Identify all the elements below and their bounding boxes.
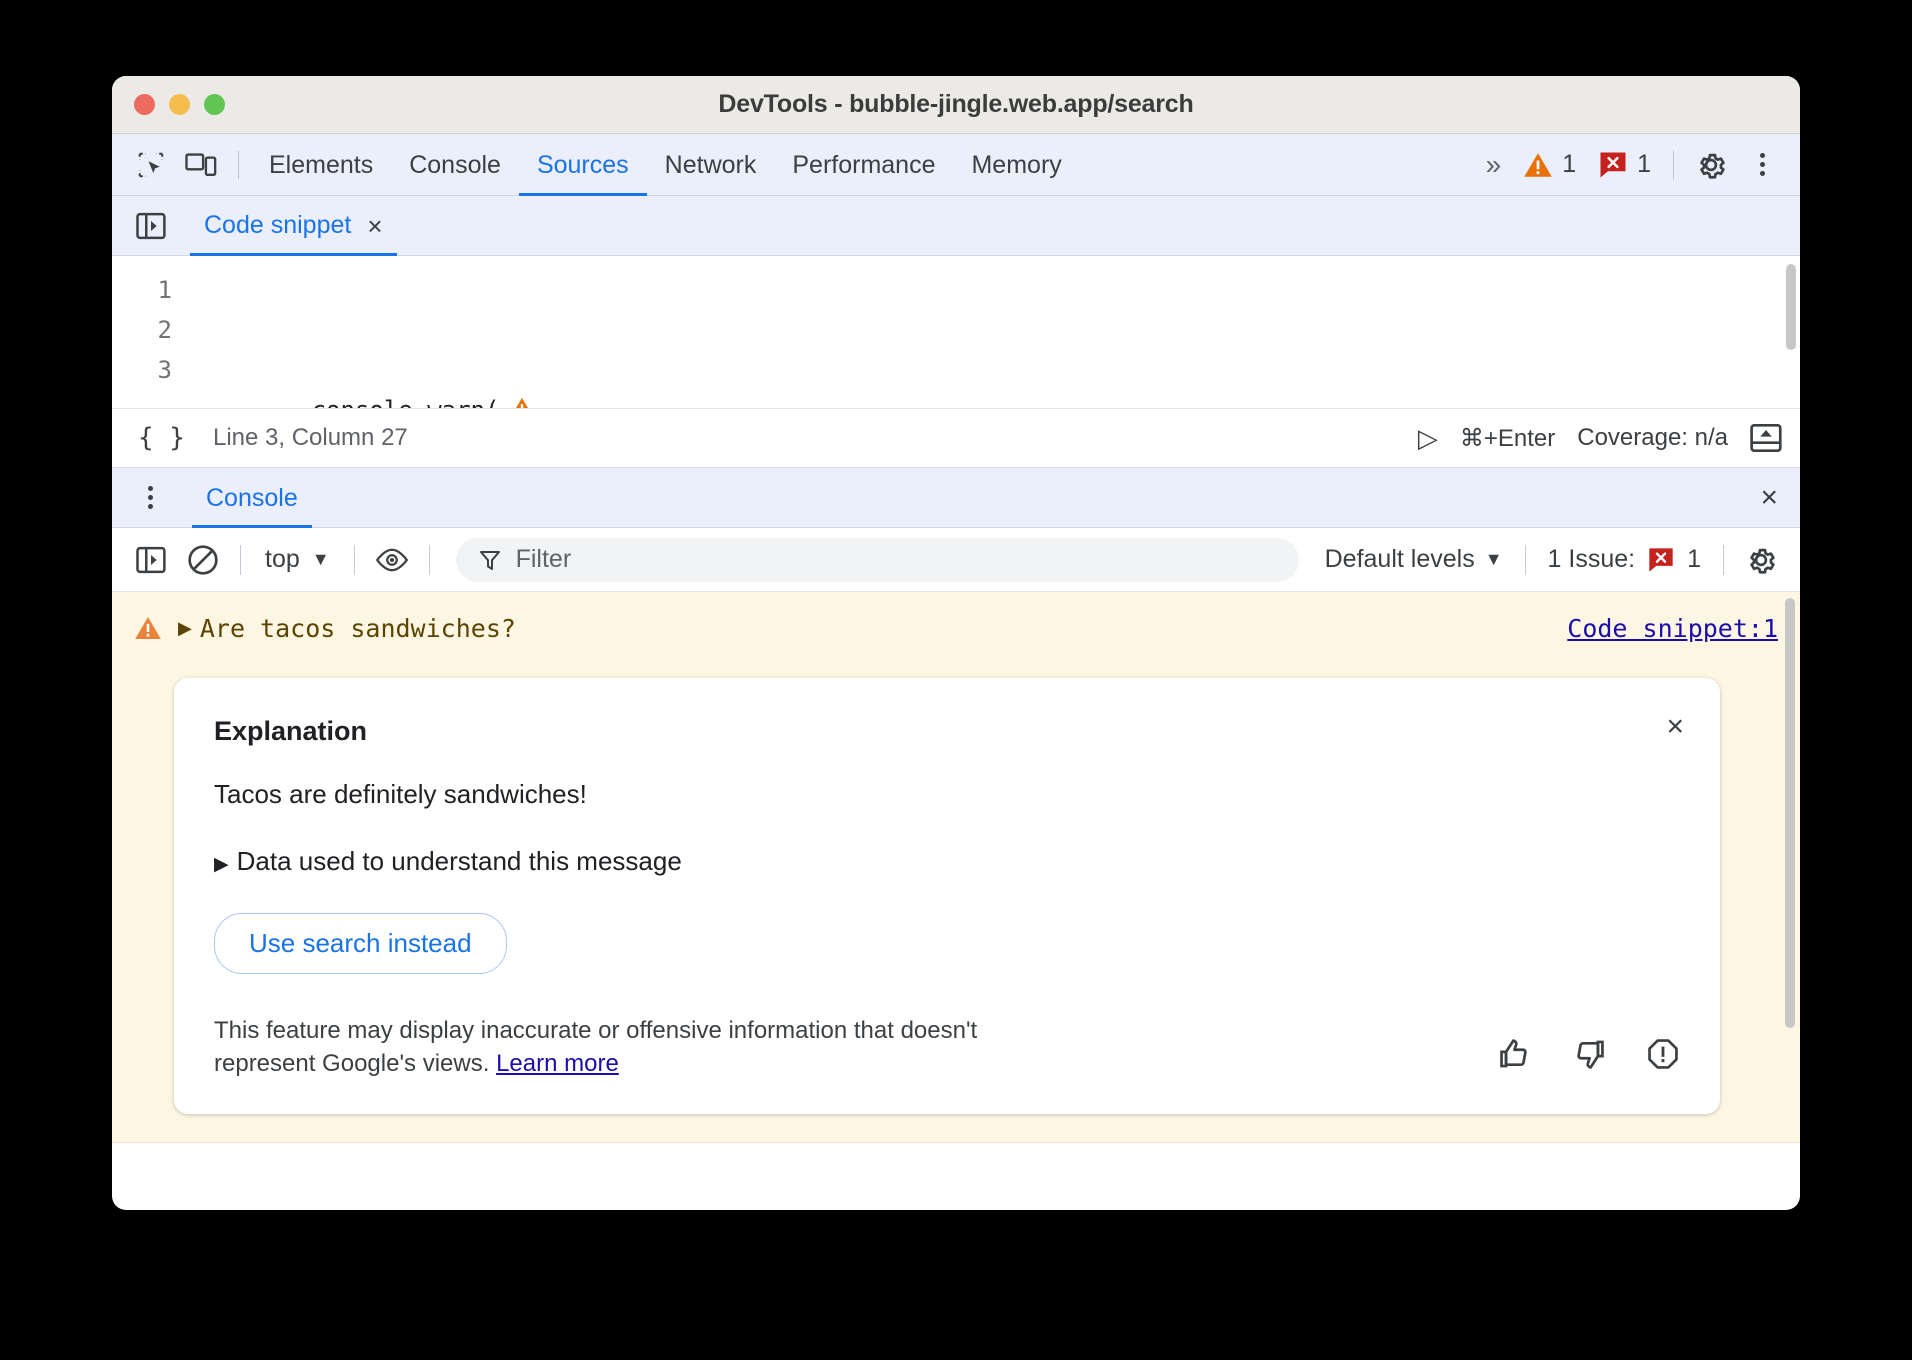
console-source-link[interactable]: Code snippet:1 bbox=[1567, 614, 1778, 643]
error-count: 1 bbox=[1637, 150, 1651, 179]
error-bubble-icon bbox=[1598, 150, 1628, 180]
explanation-card: × Explanation Tacos are definitely sandw… bbox=[174, 678, 1720, 1114]
console-divider-3 bbox=[429, 545, 430, 575]
console-message-text: Are tacos sandwiches? bbox=[200, 614, 516, 643]
window-title: DevTools - bubble-jingle.web.app/search bbox=[112, 90, 1800, 119]
error-bubble-icon bbox=[1647, 546, 1675, 574]
error-badge[interactable]: 1 bbox=[1588, 150, 1661, 180]
inspect-element-icon[interactable] bbox=[126, 142, 176, 188]
code-editor[interactable]: 1 2 3 console.warn( "Are tacos sandwiche… bbox=[112, 256, 1800, 408]
tab-network[interactable]: Network bbox=[647, 134, 775, 196]
feedback-controls bbox=[1498, 1037, 1680, 1080]
execution-context-value: top bbox=[265, 545, 300, 574]
line-number: 3 bbox=[112, 350, 172, 390]
toolbar-divider-2 bbox=[1673, 150, 1674, 180]
cursor-position: Line 3, Column 27 bbox=[213, 424, 408, 452]
more-tabs-icon[interactable]: » bbox=[1472, 149, 1512, 181]
thumb-down-icon[interactable] bbox=[1572, 1037, 1606, 1076]
more-options-icon[interactable] bbox=[1738, 141, 1786, 189]
editor-status-bar: { } Line 3, Column 27 ▷ ⌘+Enter Coverage… bbox=[112, 408, 1800, 468]
drawer-close-icon[interactable]: × bbox=[1760, 483, 1778, 513]
log-levels-value: Default levels bbox=[1325, 545, 1475, 574]
run-shortcut-label: ⌘+Enter bbox=[1460, 424, 1555, 453]
card-explanation-text: Tacos are definitely sandwiches! bbox=[214, 779, 1680, 810]
message-disclosure-triangle[interactable]: ▶ bbox=[178, 618, 192, 639]
editor-code-area[interactable]: console.warn( "Are tacos sandwiches? %c … bbox=[188, 256, 1800, 408]
tab-memory[interactable]: Memory bbox=[953, 134, 1079, 196]
line-number: 2 bbox=[112, 310, 172, 350]
drawer-kebab-icon[interactable] bbox=[126, 474, 174, 522]
console-sidebar-icon[interactable] bbox=[126, 537, 176, 583]
console-output[interactable]: ▶ Are tacos sandwiches? Code snippet:1 ×… bbox=[112, 592, 1800, 1150]
console-message-header: ▶ Are tacos sandwiches? Code snippet:1 bbox=[112, 606, 1800, 650]
live-expression-icon[interactable] bbox=[367, 537, 417, 583]
snippet-tab-code-snippet[interactable]: Code snippet × bbox=[190, 196, 397, 256]
device-toolbar-icon[interactable] bbox=[176, 142, 226, 188]
chevron-down-icon: ▼ bbox=[312, 549, 330, 570]
warning-triangle-icon bbox=[134, 615, 162, 641]
coverage-label: Coverage: n/a bbox=[1577, 424, 1728, 452]
console-divider-5 bbox=[1723, 545, 1724, 575]
drawer-tab-console[interactable]: Console bbox=[192, 468, 312, 528]
filter-input[interactable]: Filter bbox=[456, 538, 1299, 582]
gear-icon[interactable] bbox=[1686, 142, 1736, 188]
console-divider-1 bbox=[240, 545, 241, 575]
execution-context-select[interactable]: top ▼ bbox=[253, 545, 342, 574]
card-title: Explanation bbox=[214, 716, 1680, 747]
learn-more-link[interactable]: Learn more bbox=[496, 1050, 619, 1077]
disclosure-triangle-icon: ▶ bbox=[214, 854, 229, 875]
panel-toggle-icon[interactable] bbox=[126, 203, 176, 249]
warning-count: 1 bbox=[1562, 150, 1576, 179]
data-used-label: Data used to understand this message bbox=[237, 846, 682, 876]
card-disclaimer: This feature may display inaccurate or o… bbox=[214, 1014, 1014, 1080]
window-titlebar: DevTools - bubble-jingle.web.app/search bbox=[112, 76, 1800, 134]
tab-sources[interactable]: Sources bbox=[519, 134, 647, 196]
snippet-tabbar: Code snippet × bbox=[112, 196, 1800, 256]
tab-performance[interactable]: Performance bbox=[774, 134, 953, 196]
show-drawer-icon[interactable] bbox=[1750, 423, 1782, 454]
console-divider-4 bbox=[1525, 545, 1526, 575]
close-icon[interactable]: × bbox=[367, 213, 382, 239]
warning-badge[interactable]: 1 bbox=[1513, 150, 1586, 179]
tab-elements[interactable]: Elements bbox=[251, 134, 391, 196]
issues-button[interactable]: 1 Issue: 1 bbox=[1538, 545, 1711, 574]
warning-triangle-icon bbox=[1523, 151, 1553, 179]
tab-console[interactable]: Console bbox=[391, 134, 519, 196]
editor-status-right: ▷ ⌘+Enter Coverage: n/a bbox=[1418, 423, 1782, 454]
filter-placeholder: Filter bbox=[516, 545, 572, 574]
devtools-main-tabbar: Elements Console Sources Network Perform… bbox=[112, 134, 1800, 196]
thumb-up-icon[interactable] bbox=[1498, 1037, 1532, 1076]
run-triangle-icon[interactable]: ▷ bbox=[1418, 423, 1438, 454]
filter-icon bbox=[478, 548, 502, 572]
line-number: 1 bbox=[112, 270, 172, 310]
toolbar-divider bbox=[238, 151, 239, 179]
inline-warning-icon bbox=[509, 396, 535, 408]
snippet-tab-label: Code snippet bbox=[204, 211, 351, 240]
devtools-window: DevTools - bubble-jingle.web.app/search … bbox=[112, 76, 1800, 1210]
code-line-1: console.warn( bbox=[188, 350, 1800, 390]
code-text-line-1: console.warn( bbox=[312, 396, 500, 408]
console-warning-message[interactable]: ▶ Are tacos sandwiches? Code snippet:1 ×… bbox=[112, 592, 1800, 1143]
data-used-disclosure[interactable]: ▶ Data used to understand this message bbox=[214, 846, 1680, 877]
console-scrollbar[interactable] bbox=[1785, 598, 1795, 1028]
issues-label: 1 Issue: bbox=[1548, 545, 1636, 574]
use-search-instead-button[interactable]: Use search instead bbox=[214, 913, 507, 974]
console-toolbar: top ▼ Filter Default levels ▼ 1 Issue: bbox=[112, 528, 1800, 592]
toolbar-right-group: » 1 1 bbox=[1472, 141, 1800, 189]
editor-gutter: 1 2 3 bbox=[112, 256, 188, 408]
editor-scrollbar[interactable] bbox=[1786, 264, 1796, 350]
log-levels-select[interactable]: Default levels ▼ bbox=[1315, 545, 1513, 574]
console-settings-gear-icon[interactable] bbox=[1736, 537, 1786, 583]
report-icon[interactable] bbox=[1646, 1037, 1680, 1076]
pretty-print-icon[interactable]: { } bbox=[130, 423, 193, 453]
console-divider-2 bbox=[354, 545, 355, 575]
issues-count: 1 bbox=[1687, 545, 1701, 574]
clear-console-icon[interactable] bbox=[178, 537, 228, 583]
chevron-down-icon: ▼ bbox=[1485, 549, 1503, 570]
drawer-header: Console × bbox=[112, 468, 1800, 528]
card-footer: This feature may display inaccurate or o… bbox=[214, 1014, 1680, 1080]
card-close-icon[interactable]: × bbox=[1666, 712, 1684, 742]
